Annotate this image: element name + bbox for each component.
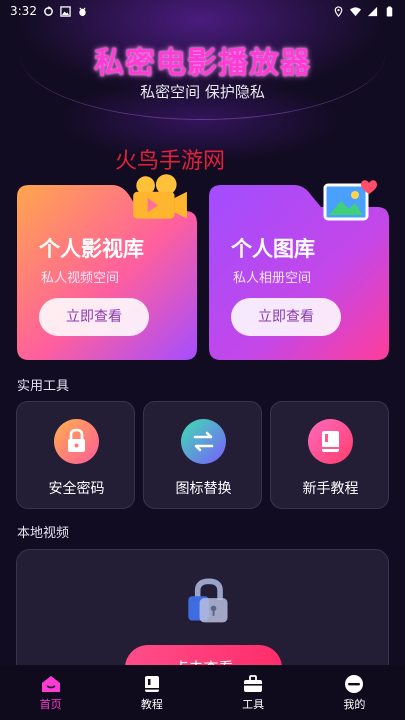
video-library-title: 个人影视库 [39, 237, 144, 261]
app-subtitle: 私密空间 保护隐私 [140, 83, 265, 101]
bug-icon [79, 6, 86, 16]
sync-icon [44, 5, 53, 16]
swap-icon [181, 419, 226, 464]
book-icon [308, 419, 353, 464]
video-library-view-button[interactable]: 立即查看 [39, 298, 149, 336]
battery-icon [386, 5, 393, 17]
local-video-section-label: 本地视频 [17, 526, 70, 541]
tab-tutorial[interactable]: 教程 [101, 665, 202, 720]
video-library-subtitle: 私人视频空间 [41, 271, 120, 286]
photo-library-view-button[interactable]: 立即查看 [231, 298, 341, 336]
video-library-card[interactable]: 个人影视库 私人视频空间 立即查看 [17, 174, 197, 360]
tool-icon-replace[interactable]: 图标替换 [143, 401, 262, 509]
signal-icon [367, 6, 378, 16]
location-icon [334, 5, 343, 17]
tab-label: 工具 [242, 698, 265, 711]
photo-library-subtitle: 私人相册空间 [233, 271, 312, 286]
tool-tutorial[interactable]: 新手教程 [270, 401, 389, 509]
app-title: 私密电影播放器 [94, 46, 311, 81]
tab-label: 我的 [343, 698, 366, 711]
tab-tools[interactable]: 工具 [203, 665, 304, 720]
photo-gallery-icon [323, 180, 377, 221]
tab-home[interactable]: 首页 [0, 665, 101, 720]
bottom-tab-bar: 首页 教程 工具 我的 [0, 665, 405, 720]
tab-mine[interactable]: 我的 [304, 665, 405, 720]
photo-library-card[interactable]: 个人图库 私人相册空间 立即查看 [209, 180, 389, 360]
tab-label: 教程 [140, 698, 163, 711]
tool-security-password[interactable]: 安全密码 [16, 401, 135, 509]
movie-camera-icon [133, 174, 187, 219]
tool-label: 新手教程 [302, 481, 359, 497]
photo-library-title: 个人图库 [231, 237, 315, 261]
tool-label: 图标替换 [175, 481, 232, 497]
tool-label: 安全密码 [48, 481, 105, 497]
toolbox-icon [244, 675, 263, 692]
wifi-icon [350, 6, 361, 16]
status-time: 3:32 [10, 4, 37, 18]
watermark-text: 火鸟手游网 [115, 149, 226, 174]
locked-folder-icon [188, 578, 228, 623]
image-notification-icon [60, 5, 71, 17]
home-icon [41, 676, 60, 692]
user-icon [345, 675, 364, 693]
lock-icon [54, 419, 99, 464]
tools-section-label: 实用工具 [17, 379, 70, 394]
status-bar: 3:32 [0, 0, 405, 22]
tab-label: 首页 [39, 698, 62, 711]
book-icon [144, 676, 159, 692]
